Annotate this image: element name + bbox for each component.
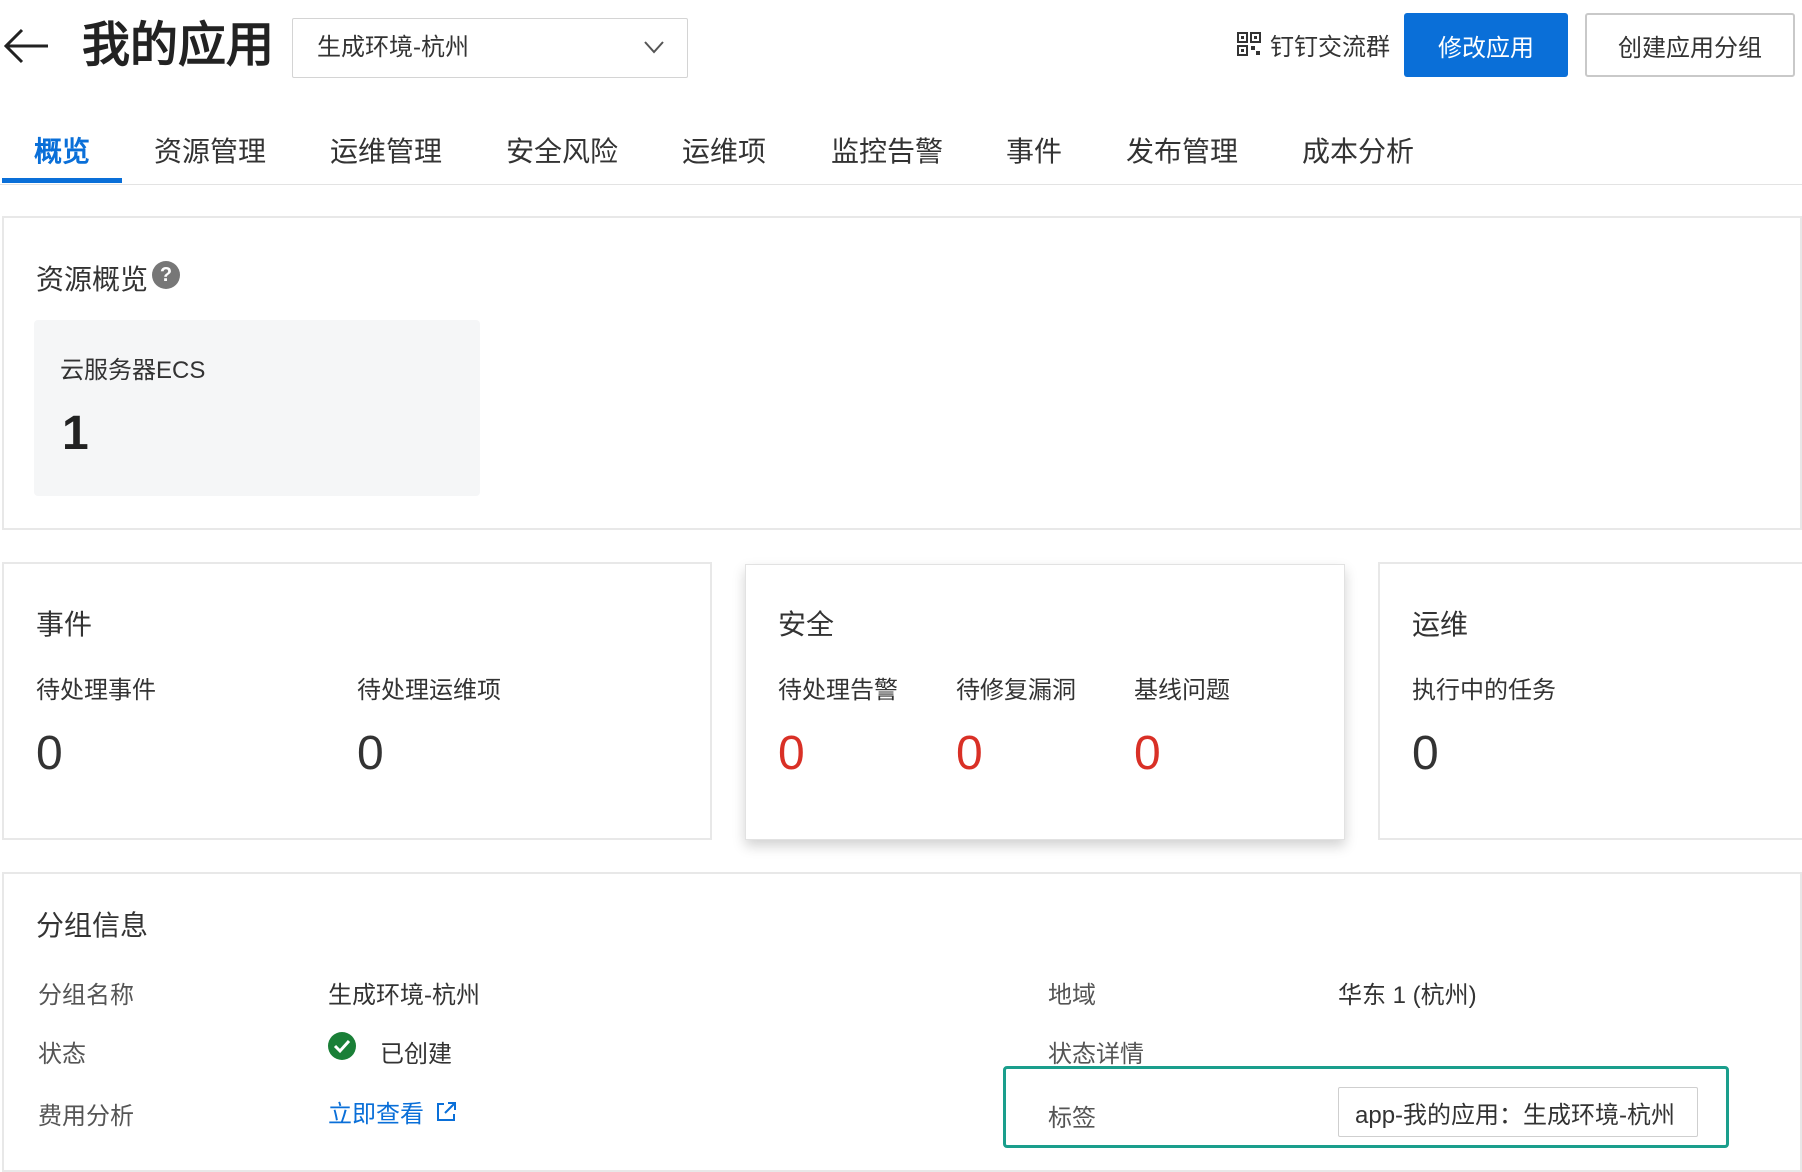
pending-events-value[interactable]: 0 [36,726,63,781]
resource-overview-title: 资源概览 [36,264,149,295]
pending-events-label: 待处理事件 [36,677,156,704]
tab-ops-items[interactable]: 运维项 [682,130,766,170]
page-title: 我的应用 [82,19,275,72]
region-label: 地域 [1048,982,1096,1009]
tab-security-risk[interactable]: 安全风险 [506,130,618,170]
baseline-issues-label: 基线问题 [1134,677,1230,704]
tab-resource-management[interactable]: 资源管理 [154,130,266,170]
dingtalk-label: 钉钉交流群 [1270,33,1390,61]
pending-vulns-label: 待修复漏洞 [956,677,1076,704]
pending-ops-value[interactable]: 0 [357,726,384,781]
dingtalk-group-link[interactable]: 钉钉交流群 [1236,26,1390,62]
group-name-label: 分组名称 [38,982,134,1009]
pending-alerts-value[interactable]: 0 [778,726,805,781]
ecs-label: 云服务器ECS [60,357,206,384]
pending-alerts-label: 待处理告警 [778,677,898,704]
status-label: 状态 [38,1041,86,1068]
region-value: 华东 1 (杭州) [1338,982,1477,1009]
baseline-issues-value[interactable]: 0 [1134,726,1161,781]
running-tasks-label: 执行中的任务 [1412,677,1556,704]
chevron-down-icon [644,41,664,54]
tab-release-management[interactable]: 发布管理 [1126,130,1238,170]
cost-analysis-label: 费用分析 [38,1103,134,1130]
tag-label: 标签 [1048,1105,1096,1132]
tab-bar: 概览 资源管理 运维管理 安全风险 运维项 监控告警 事件 发布管理 成本分析 [0,108,1802,185]
status-value: 已创建 [380,1041,452,1068]
create-app-group-button[interactable]: 创建应用分组 [1585,13,1795,77]
environment-select-value: 生成环境-杭州 [317,34,469,61]
qrcode-icon [1237,32,1261,56]
security-title: 安全 [778,609,835,640]
events-title: 事件 [36,609,93,640]
status-detail-label: 状态详情 [1048,1041,1144,1068]
view-cost-link-label: 立即查看 [328,1101,424,1128]
ops-title: 运维 [1412,609,1469,640]
pending-vulns-value[interactable]: 0 [956,726,983,781]
environment-select[interactable]: 生成环境-杭州 [292,18,688,78]
back-button[interactable] [0,18,56,74]
external-link-icon [437,1101,456,1121]
help-icon[interactable]: ? [152,261,180,289]
active-tab-indicator [2,178,122,183]
tab-monitoring-alerts[interactable]: 监控告警 [831,130,943,170]
pending-ops-label: 待处理运维项 [357,677,501,704]
check-circle-icon [328,1032,356,1060]
arrow-left-icon [3,28,48,64]
tab-cost-analysis[interactable]: 成本分析 [1302,130,1414,170]
view-cost-link[interactable]: 立即查看 [328,1094,458,1129]
edit-app-button[interactable]: 修改应用 [1404,13,1568,77]
running-tasks-value[interactable]: 0 [1412,726,1439,781]
tab-events[interactable]: 事件 [1006,130,1062,170]
tab-overview[interactable]: 概览 [34,130,90,170]
ecs-count: 1 [62,407,89,460]
group-name-value: 生成环境-杭州 [328,982,480,1009]
tag-chip[interactable]: app-我的应用：生成环境-杭州 [1338,1087,1698,1137]
group-info-title: 分组信息 [36,910,149,941]
ecs-summary-box[interactable]: 云服务器ECS 1 [34,320,480,496]
tab-ops-management[interactable]: 运维管理 [330,130,442,170]
